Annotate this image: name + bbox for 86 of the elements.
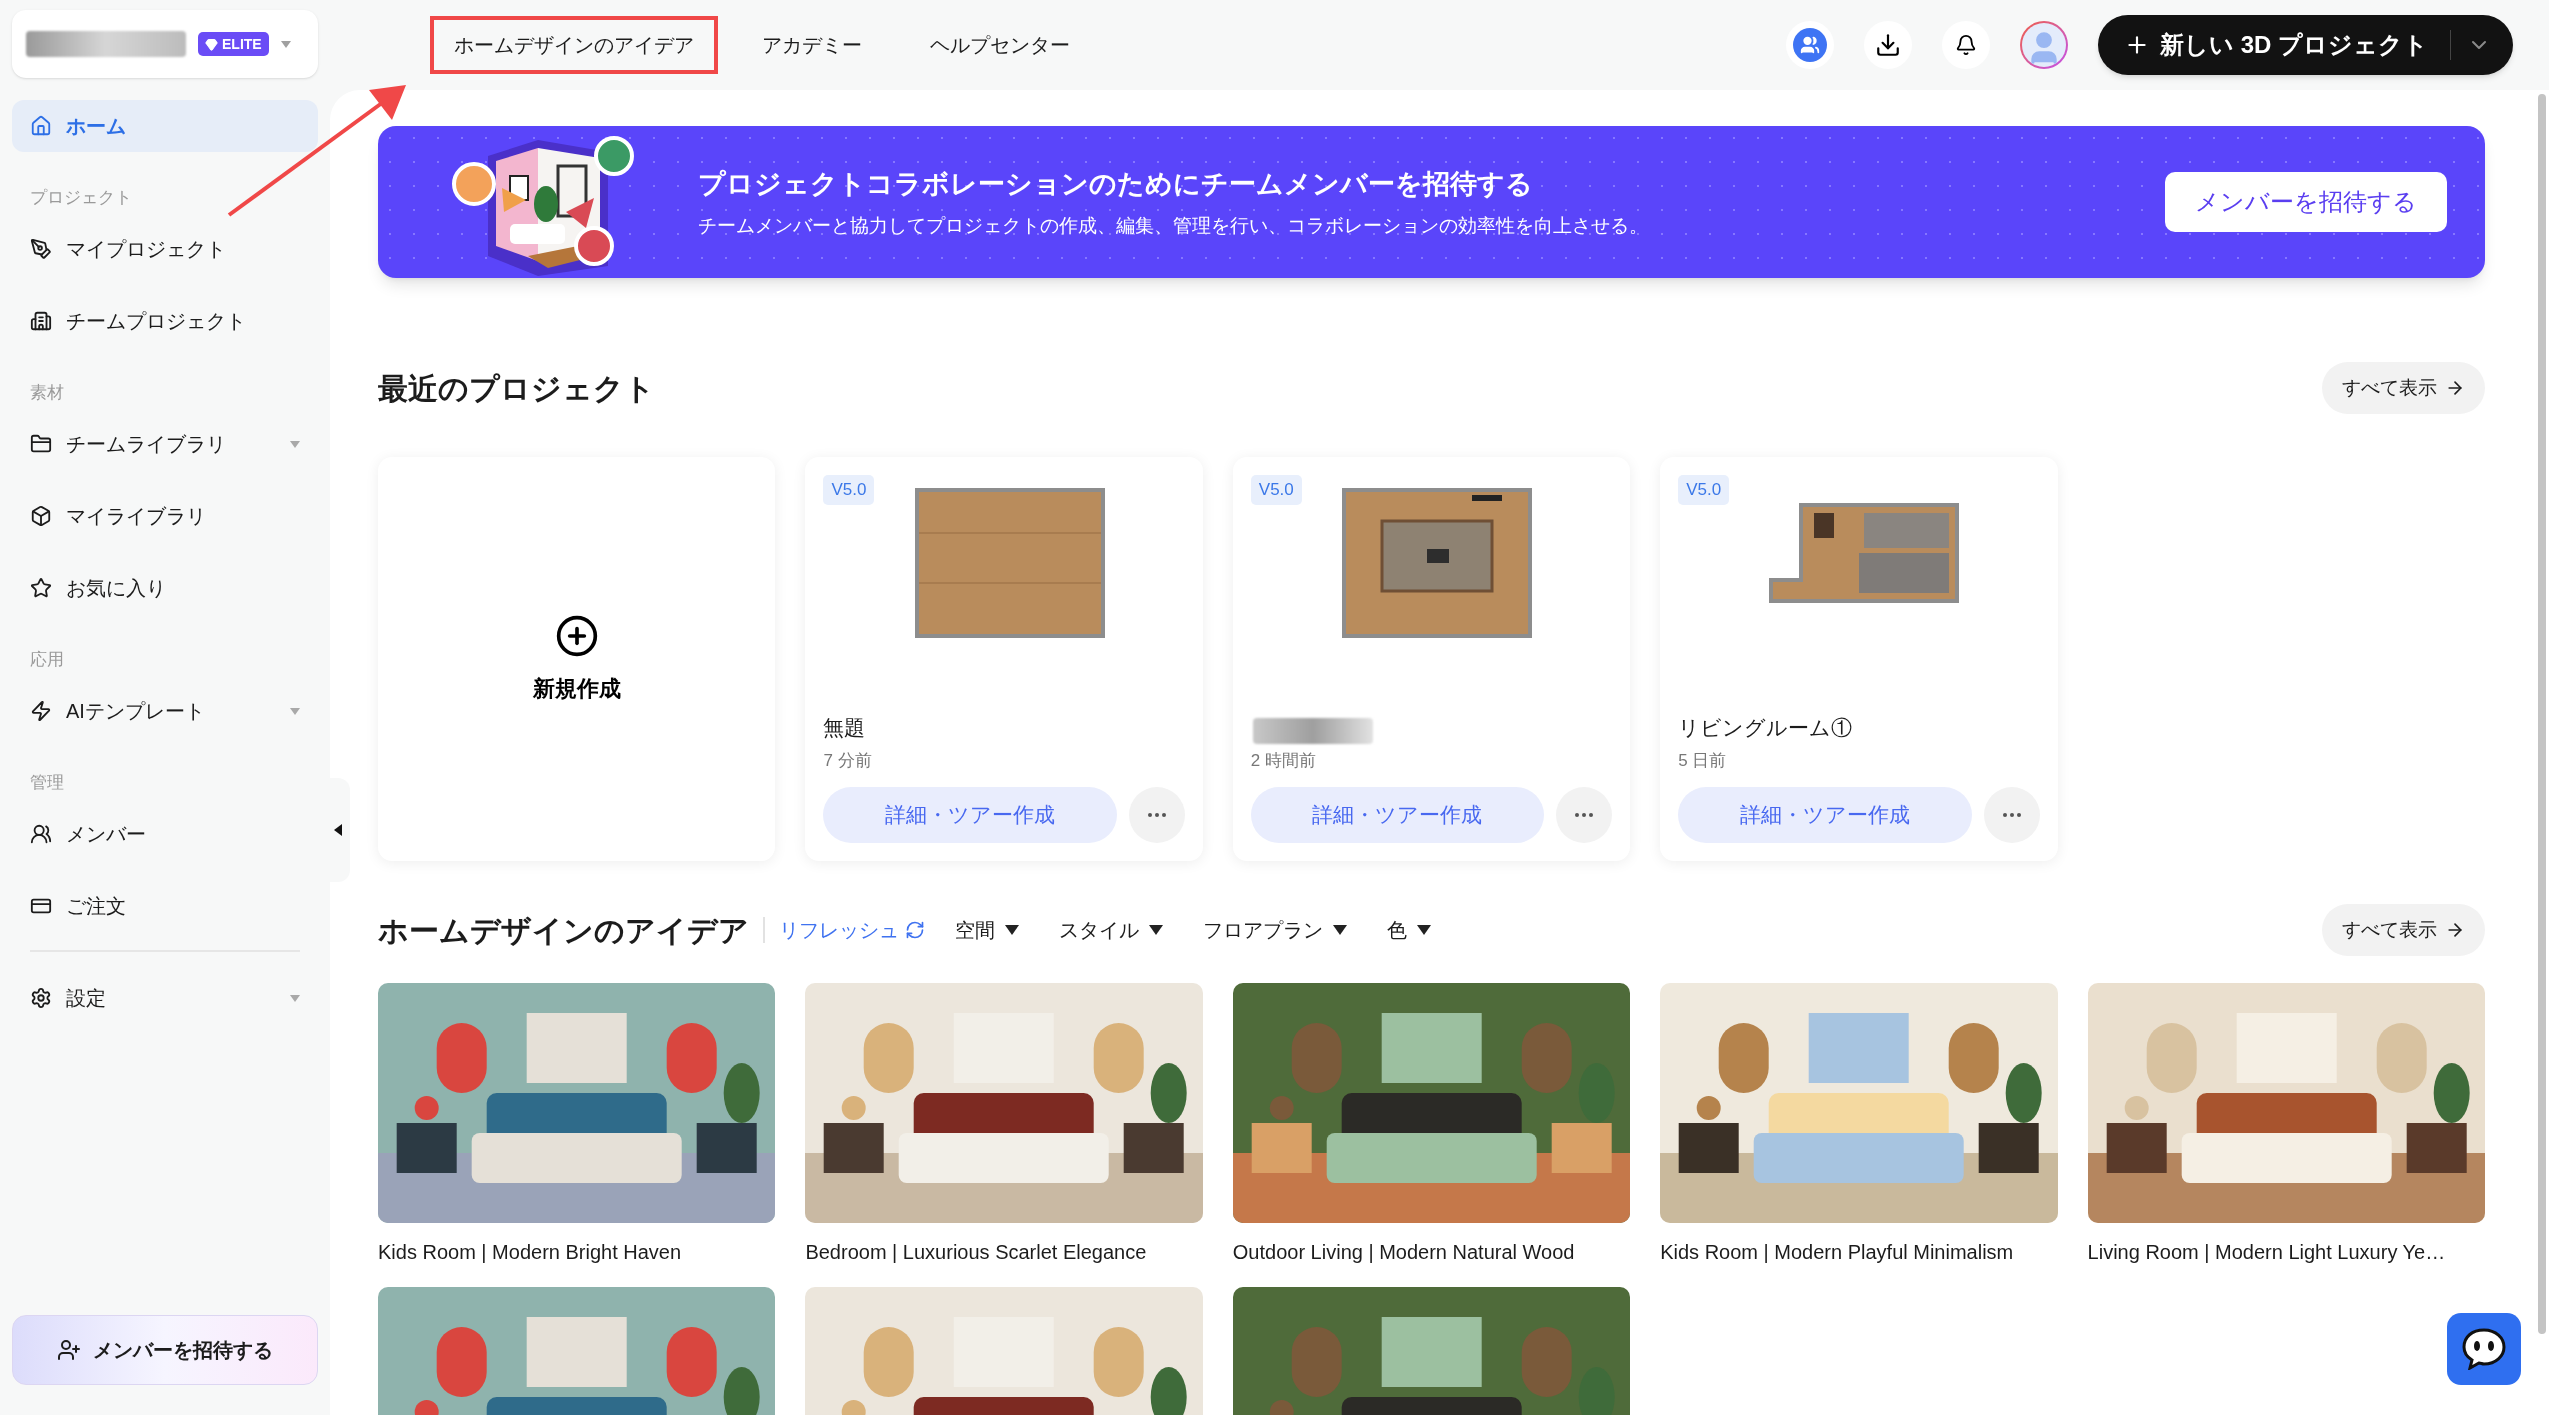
caret-down-icon — [1417, 925, 1431, 935]
download-button[interactable] — [1864, 21, 1912, 69]
notification-button[interactable] — [1942, 21, 1990, 69]
view-all-button[interactable]: すべて表示 — [2322, 362, 2485, 414]
more-icon — [2002, 813, 2021, 817]
banner-title: プロジェクトコラボレーションのためにチームメンバーを招待する — [698, 167, 1534, 201]
caret-down-icon — [280, 40, 291, 48]
idea-caption: Outdoor Living | Modern Natural Wood — [1232, 1240, 1576, 1265]
cube-icon — [30, 505, 52, 527]
user-group-icon — [30, 823, 52, 845]
view-all-button[interactable]: すべて表示 — [2322, 904, 2485, 956]
home-icon — [30, 115, 52, 137]
plus-circle-icon — [554, 613, 599, 658]
scrollbar[interactable] — [2538, 94, 2546, 1334]
section-label: 管理 — [29, 772, 65, 795]
gem-icon — [205, 37, 218, 51]
version-badge: V5.0 — [1250, 475, 1302, 505]
idea-caption: Living Room | Modern Light Luxury Ye… — [2087, 1240, 2447, 1265]
project-name: 無題 — [823, 715, 867, 741]
section-label: プロジェクト — [29, 187, 133, 210]
filter-dropdown[interactable]: 空間 — [955, 915, 1019, 945]
idea-caption: Kids Room | Modern Bright Haven — [378, 1240, 683, 1265]
sidebar-item[interactable]: お気に入り — [12, 562, 318, 614]
caret-down-icon — [1333, 925, 1347, 935]
new-project-button[interactable]: 新しい 3D プロジェクト — [2098, 15, 2513, 75]
version-badge: V5.0 — [1678, 475, 1730, 505]
sidebar-item[interactable]: チームライブラリ — [12, 418, 318, 470]
version-badge: V5.0 — [823, 475, 875, 505]
sidebar-item[interactable]: メンバー — [12, 808, 318, 860]
nav-link[interactable]: ホームデザインのアイデア — [430, 16, 718, 74]
caret-down-icon — [1005, 925, 1019, 935]
section-label: 応用 — [29, 649, 65, 672]
filter-dropdown[interactable]: 色 — [1387, 915, 1431, 945]
team-icon — [1793, 28, 1827, 62]
invite-member-button[interactable]: メンバーを招待する — [2165, 172, 2447, 232]
project-card[interactable]: V5.0 リビングルーム① 5 日前 詳細・ツアー作成 — [1660, 457, 2058, 861]
new-project-card[interactable]: 新規作成 — [378, 457, 776, 861]
folder-icon — [30, 433, 52, 455]
idea-caption: Bedroom | Luxurious Scarlet Elegance — [805, 1240, 1148, 1265]
settings-icon — [30, 987, 52, 1009]
nav-link[interactable]: アカデミー — [738, 16, 886, 74]
sidebar-item[interactable]: マイプロジェクト — [12, 223, 318, 275]
sidebar-item[interactable]: AIテンプレート — [12, 685, 318, 737]
banner-text: チームメンバーと協力してプロジェクトの作成、編集、管理を行い、コラボレーションの効率性を向上させる。 — [698, 214, 1649, 238]
more-icon — [1575, 813, 1594, 817]
project-time: 7 分前 — [823, 749, 873, 772]
new-project-label: 新規作成 — [532, 674, 621, 703]
section-label: 素材 — [29, 382, 65, 405]
account-card[interactable]: ELITE — [12, 10, 318, 78]
star-icon — [30, 577, 52, 599]
lightning-icon — [30, 700, 52, 722]
details-tour-button[interactable]: 詳細・ツアー作成 — [823, 787, 1117, 843]
invite-member-button[interactable]: メンバーを招待する — [12, 1315, 318, 1385]
sidebar-item[interactable]: マイライブラリ — [12, 490, 318, 542]
download-icon — [1875, 32, 1901, 58]
avatar[interactable] — [2020, 21, 2068, 69]
chat-bot-button[interactable] — [2447, 1313, 2521, 1385]
section-title: ホームデザインのアイデア — [378, 912, 749, 949]
project-card[interactable]: V5.0 2 時間前 詳細・ツアー作成 — [1232, 457, 1631, 861]
caret-down-icon — [1149, 925, 1163, 935]
filter-dropdown[interactable]: フロアプラン — [1203, 915, 1347, 945]
filter-dropdown[interactable]: スタイル — [1059, 915, 1163, 945]
add-user-icon — [57, 1338, 81, 1362]
refresh-button[interactable]: リフレッシュ — [779, 915, 925, 945]
project-card[interactable]: V5.0 無題 7 分前 詳細・ツアー作成 — [805, 457, 1203, 861]
project-time: 2 時間前 — [1250, 749, 1317, 772]
team-button[interactable] — [1786, 21, 1834, 69]
pen-icon — [30, 238, 52, 260]
plan-badge: ELITE — [198, 32, 269, 56]
sidebar-item[interactable]: ご注文 — [12, 880, 318, 932]
nav-link[interactable]: ヘルプセンター — [906, 16, 1094, 74]
chat-bubble-icon — [2461, 1328, 2507, 1370]
idea-caption: Kids Room | Modern Playful Minimalism — [1660, 1240, 2015, 1265]
sidebar-item[interactable]: チームプロジェクト — [12, 295, 318, 347]
refresh-icon — [905, 920, 925, 940]
details-tour-button[interactable]: 詳細・ツアー作成 — [1250, 787, 1545, 843]
details-tour-button[interactable]: 詳細・ツアー作成 — [1678, 787, 1972, 843]
building-icon — [30, 310, 52, 332]
project-name: リビングルーム① — [1678, 715, 1854, 741]
bell-icon — [1955, 34, 1977, 56]
project-time: 5 日前 — [1678, 749, 1728, 772]
sidebar-item[interactable]: 設定 — [12, 972, 318, 1024]
more-icon — [1147, 813, 1166, 817]
section-title: 最近のプロジェクト — [378, 370, 655, 407]
caret-left-icon — [334, 824, 342, 836]
sidebar-item[interactable]: ホーム — [12, 100, 318, 152]
